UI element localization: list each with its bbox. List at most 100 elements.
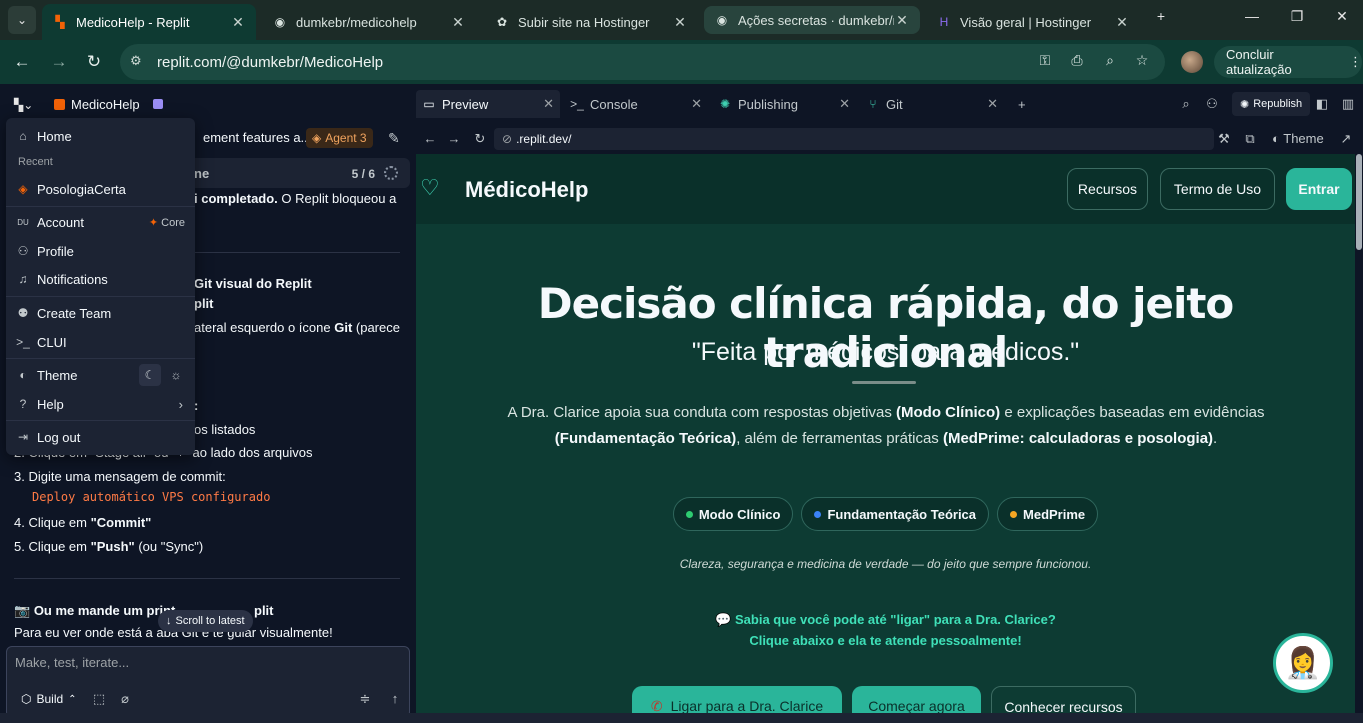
- status-bar: [0, 713, 1363, 723]
- preview-url-field[interactable]: ⊘ .replit.dev/: [494, 128, 1214, 150]
- close-icon[interactable]: ✕: [230, 14, 246, 31]
- close-icon[interactable]: ✕: [894, 12, 910, 29]
- forward-icon[interactable]: →: [446, 131, 462, 146]
- chat-message-line: os listados: [194, 422, 256, 437]
- progress-label: ne: [194, 166, 210, 181]
- help-icon: ?: [19, 397, 27, 411]
- maximize-icon[interactable]: ❐: [1285, 8, 1309, 25]
- site-brand[interactable]: MédicoHelp: [465, 177, 588, 203]
- close-icon[interactable]: ✕: [450, 14, 466, 31]
- menu-item-help[interactable]: ? Help ›: [6, 391, 195, 417]
- screenshot-icon[interactable]: ⬚: [91, 691, 107, 707]
- invite-user-icon[interactable]: ⚇: [1204, 96, 1220, 112]
- open-external-icon[interactable]: ↗: [1338, 131, 1354, 147]
- user-icon: ⚇: [17, 244, 29, 258]
- new-tab-icon[interactable]: +: [1149, 8, 1173, 24]
- bookmark-star-icon[interactable]: ☆: [1132, 52, 1152, 72]
- menu-item-notifications[interactable]: ♫ Notifications: [6, 266, 195, 292]
- chip-modo-clinico[interactable]: Modo Clínico: [672, 497, 794, 531]
- tab-preview[interactable]: ▭ Preview ✕: [416, 90, 560, 118]
- device-icon[interactable]: ⧉: [1242, 131, 1258, 147]
- replit-icon: ▚: [55, 15, 65, 29]
- commit-message-code: Deploy automático VPS configurado: [32, 490, 271, 504]
- menu-item-recent[interactable]: ◈ PosologiaCerta: [6, 176, 195, 202]
- minimize-icon[interactable]: —: [1240, 8, 1264, 24]
- tab-console[interactable]: >_ Console ✕: [564, 90, 708, 118]
- nav-termo-button[interactable]: Termo de Uso: [1160, 168, 1275, 210]
- reload-icon[interactable]: ↻: [472, 131, 488, 147]
- build-mode-button[interactable]: ⬡ Build ⌃: [15, 687, 83, 711]
- sidebar-toggle-icon[interactable]: ▥: [1340, 96, 1356, 112]
- link-icon: ⊘: [502, 132, 513, 146]
- nav-recursos-button[interactable]: Recursos: [1067, 168, 1148, 210]
- search-icon[interactable]: ⌕: [1178, 96, 1194, 112]
- new-chat-icon[interactable]: ✎: [388, 130, 400, 147]
- status-dot: [814, 510, 822, 518]
- address-bar-row: ← → ↻ ⚙ replit.com/@dumkebr/MedicoHelp ⚿…: [0, 40, 1363, 84]
- heart-pulse-icon[interactable]: ♡: [420, 175, 452, 201]
- paperclip-icon[interactable]: ⌀: [117, 691, 133, 707]
- reload-icon[interactable]: ↻: [83, 51, 105, 73]
- browser-tab-github-secrets[interactable]: ◉ Ações secretas · dumkebr/m ✕: [704, 6, 920, 34]
- menu-item-account[interactable]: DU Account ✦ Core: [6, 209, 195, 235]
- close-icon[interactable]: ✕: [1114, 14, 1130, 31]
- menu-divider: [6, 296, 195, 297]
- menu-item-clui[interactable]: >_ CLUI: [6, 329, 195, 355]
- menu-item-logout[interactable]: ⇥ Log out: [6, 424, 195, 450]
- profile-avatar[interactable]: [1181, 51, 1203, 73]
- tab-label: Visão geral | Hostinger: [960, 14, 1092, 30]
- theme-button[interactable]: ◐ Theme: [1272, 131, 1324, 146]
- menu-item-profile[interactable]: ⚇ Profile: [6, 238, 195, 264]
- kebab-menu-icon: ⋮: [1349, 54, 1362, 69]
- doctor-icon: 👩‍⚕️: [1284, 646, 1322, 680]
- browser-tab-github[interactable]: ◉ dumkebr/medicohelp ✕: [262, 4, 476, 40]
- zoom-icon[interactable]: ⌕: [1100, 52, 1120, 72]
- chat-input[interactable]: [15, 655, 395, 670]
- chip-medprime[interactable]: MedPrime: [997, 497, 1099, 531]
- close-icon[interactable]: ✕: [672, 14, 688, 31]
- install-app-icon[interactable]: ⎙: [1067, 52, 1087, 72]
- key-icon[interactable]: ⚿: [1035, 52, 1055, 72]
- sun-icon[interactable]: ☼: [165, 364, 187, 386]
- scrollbar-thumb[interactable]: [1356, 154, 1362, 250]
- preview-scrollbar[interactable]: [1355, 154, 1363, 723]
- menu-item-create-team[interactable]: ⚉ Create Team: [6, 300, 195, 326]
- window-close-icon[interactable]: ✕: [1330, 8, 1354, 25]
- browser-tab-hostinger[interactable]: H Visão geral | Hostinger ✕: [926, 4, 1140, 40]
- republish-button[interactable]: ✺ Republish: [1232, 92, 1311, 116]
- tab-git[interactable]: ⑂ Git ✕: [860, 90, 1004, 118]
- menu-item-theme: ◐ Theme ☾ ☼: [6, 362, 195, 388]
- app-name[interactable]: MedicoHelp: [54, 97, 140, 112]
- url-text[interactable]: replit.com/@dumkebr/MedicoHelp: [157, 54, 383, 71]
- site-info-icon[interactable]: ⚙: [130, 53, 150, 71]
- nav-entrar-button[interactable]: Entrar: [1286, 168, 1352, 210]
- settings-sliders-icon[interactable]: ≑: [357, 691, 373, 707]
- agent-badge[interactable]: ◈ Agent 3: [306, 128, 373, 148]
- scroll-to-latest-button[interactable]: ↓ Scroll to latest: [158, 610, 253, 632]
- browser-tab-chatgpt[interactable]: ✿ Subir site na Hostinger ✕: [484, 4, 698, 40]
- dra-clarice-avatar[interactable]: 👩‍⚕️: [1273, 633, 1333, 693]
- new-tab-icon[interactable]: +: [1012, 90, 1036, 118]
- preview-url-row: ← → ↻ ⊘ .replit.dev/ ⚒ ⧉ ◐ Theme ↗: [416, 124, 1363, 154]
- chip-fundamentacao[interactable]: Fundamentação Teórica: [801, 497, 990, 531]
- back-icon[interactable]: ←: [11, 51, 33, 73]
- send-arrow-icon[interactable]: ↑: [387, 691, 403, 707]
- moon-icon[interactable]: ☾: [139, 364, 161, 386]
- back-icon[interactable]: ←: [422, 131, 438, 146]
- replit-menu-icon[interactable]: ▚⌄: [14, 98, 33, 112]
- menu-item-home[interactable]: ⌂ Home: [6, 123, 195, 149]
- layout-icon[interactable]: ◧: [1314, 96, 1330, 112]
- chat-message-line: i completado. O Replit bloqueou a: [194, 191, 397, 206]
- update-button[interactable]: Concluir atualização ⋮: [1214, 46, 1362, 78]
- arrow-down-icon: ↓: [166, 615, 172, 627]
- browser-tab-replit[interactable]: ▚ MedicoHelp - Replit ✕: [42, 4, 256, 40]
- logout-icon: ⇥: [17, 430, 29, 444]
- close-icon: ✕: [839, 96, 850, 111]
- forward-icon[interactable]: →: [48, 51, 70, 73]
- tab-search-button[interactable]: ⌄: [8, 6, 36, 34]
- speech-bubble-icon: 💬: [715, 612, 735, 627]
- chat-step: 4. Clique em "Commit": [14, 515, 152, 530]
- devtools-icon[interactable]: ⚒: [1216, 131, 1232, 147]
- omnibox[interactable]: ⚙ replit.com/@dumkebr/MedicoHelp ⚿ ⎙ ⌕ ☆: [120, 44, 1165, 80]
- tab-publishing[interactable]: ✺ Publishing ✕: [712, 90, 856, 118]
